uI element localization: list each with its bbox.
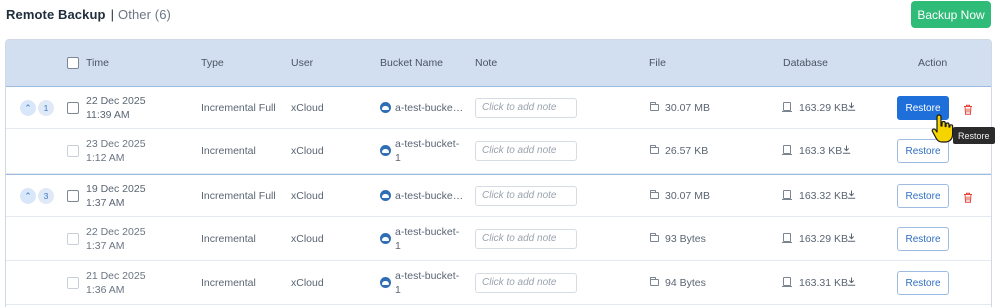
row-type: Incremental Full — [201, 102, 276, 114]
backup-now-button[interactable]: Backup Now — [911, 1, 991, 28]
row-bucket: a-test-bucke… — [395, 102, 464, 114]
note-input[interactable]: Click to add note — [475, 273, 577, 293]
note-input[interactable]: Click to add note — [475, 186, 577, 206]
title-separator: | — [110, 7, 115, 22]
child-count-badge: 3 — [38, 188, 54, 204]
table-row: 23 Dec 2025 1:12 AM Incremental xCloud a… — [6, 129, 991, 174]
restore-button[interactable]: Restore — [897, 271, 949, 295]
bucket-icon — [380, 277, 391, 288]
bucket-icon — [380, 233, 391, 244]
folder-icon — [650, 277, 659, 286]
tab-other[interactable]: Other (6) — [118, 7, 171, 22]
row-bucket: a-test-bucket-1 — [395, 270, 460, 296]
note-input[interactable]: Click to add note — [475, 229, 577, 249]
table-row: 22 Dec 2025 1:37 AM Incremental xCloud a… — [6, 217, 991, 261]
database-icon — [782, 145, 792, 155]
database-icon — [782, 190, 792, 200]
select-all-checkbox[interactable] — [67, 57, 79, 69]
column-action: Action — [918, 57, 948, 69]
backup-table: Time Type User Bucket Name Note File Dat… — [5, 39, 992, 307]
folder-icon — [650, 190, 659, 199]
download-icon[interactable] — [847, 233, 856, 242]
row-database-size: 163.29 KB — [799, 233, 849, 245]
download-icon[interactable] — [847, 190, 856, 199]
download-icon[interactable] — [847, 277, 856, 286]
row-type: Incremental Full — [201, 190, 276, 202]
bucket-icon — [380, 145, 391, 156]
row-file-size: 94 Bytes — [665, 277, 706, 289]
bucket-icon — [380, 190, 391, 201]
row-user: xCloud — [291, 277, 324, 289]
row-database-size: 163.29 KB — [799, 102, 849, 114]
trash-icon[interactable] — [963, 102, 973, 115]
row-user: xCloud — [291, 190, 324, 202]
tab-remote-backup[interactable]: Remote Backup — [6, 7, 106, 22]
column-time: Time — [86, 57, 109, 69]
row-file-size: 30.07 MB — [665, 190, 710, 202]
child-count-badge: 1 — [38, 100, 54, 116]
column-user: User — [291, 57, 314, 69]
row-bucket: a-test-bucket-1 — [395, 226, 460, 252]
row-user: xCloud — [291, 145, 324, 157]
database-icon — [782, 102, 792, 112]
folder-icon — [650, 145, 659, 154]
row-bucket: a-test-bucke… — [395, 190, 464, 202]
note-input[interactable]: Click to add note — [475, 98, 577, 118]
column-bucket-name: Bucket Name — [380, 57, 444, 69]
row-time: 23 Dec 2025 1:12 AM — [86, 138, 146, 164]
table-row: ⌃ 1 22 Dec 2025 11:39 AM Incremental Ful… — [6, 86, 991, 129]
row-bucket: a-test-bucket-1 — [395, 138, 460, 164]
row-file-size: 93 Bytes — [665, 233, 706, 245]
column-file: File — [649, 57, 666, 69]
row-database-size: 163.3 KB — [799, 145, 843, 157]
note-input[interactable]: Click to add note — [475, 141, 577, 161]
table-row: ⌃ 3 19 Dec 2025 1:37 AM Incremental Full… — [6, 174, 991, 217]
row-database-size: 163.32 KB — [799, 190, 849, 202]
bucket-icon — [380, 102, 391, 113]
row-database-size: 163.31 KB — [799, 277, 849, 289]
row-type: Incremental — [201, 145, 256, 157]
row-checkbox[interactable] — [67, 233, 79, 245]
column-note: Note — [475, 57, 498, 69]
download-icon[interactable] — [847, 102, 856, 111]
row-type: Incremental — [201, 233, 256, 245]
chevron-up-icon[interactable]: ⌃ — [20, 188, 36, 204]
column-type: Type — [201, 57, 224, 69]
download-icon[interactable] — [842, 145, 851, 154]
row-time: 22 Dec 2025 1:37 AM — [86, 226, 146, 252]
folder-icon — [650, 102, 659, 111]
row-checkbox[interactable] — [67, 190, 79, 202]
column-database: Database — [783, 57, 828, 69]
row-type: Incremental — [201, 277, 256, 289]
restore-button[interactable]: Restore — [897, 227, 949, 251]
restore-tooltip: Restore — [953, 127, 995, 144]
chevron-up-icon[interactable]: ⌃ — [20, 100, 36, 116]
hand-cursor-icon — [931, 114, 954, 143]
row-file-size: 30.07 MB — [665, 102, 710, 114]
top-bar: Remote Backup | Other (6) Backup Now — [0, 0, 1000, 36]
database-icon — [782, 277, 792, 287]
row-time: 22 Dec 2025 11:39 AM — [86, 95, 146, 121]
row-user: xCloud — [291, 233, 324, 245]
database-icon — [782, 233, 792, 243]
row-time: 21 Dec 2025 1:36 AM — [86, 270, 146, 296]
row-file-size: 26.57 KB — [665, 145, 709, 157]
folder-icon — [650, 233, 659, 242]
row-user: xCloud — [291, 102, 324, 114]
table-header: Time Type User Bucket Name Note File Dat… — [6, 40, 991, 86]
row-checkbox[interactable] — [67, 102, 79, 114]
table-row: 21 Dec 2025 1:36 AM Incremental xCloud a… — [6, 261, 991, 305]
row-time: 19 Dec 2025 1:37 AM — [86, 183, 146, 209]
restore-button[interactable]: Restore — [897, 184, 949, 208]
row-checkbox[interactable] — [67, 145, 79, 157]
row-checkbox[interactable] — [67, 277, 79, 289]
trash-icon[interactable] — [963, 190, 973, 203]
page-title: Remote Backup | Other (6) — [6, 7, 171, 22]
